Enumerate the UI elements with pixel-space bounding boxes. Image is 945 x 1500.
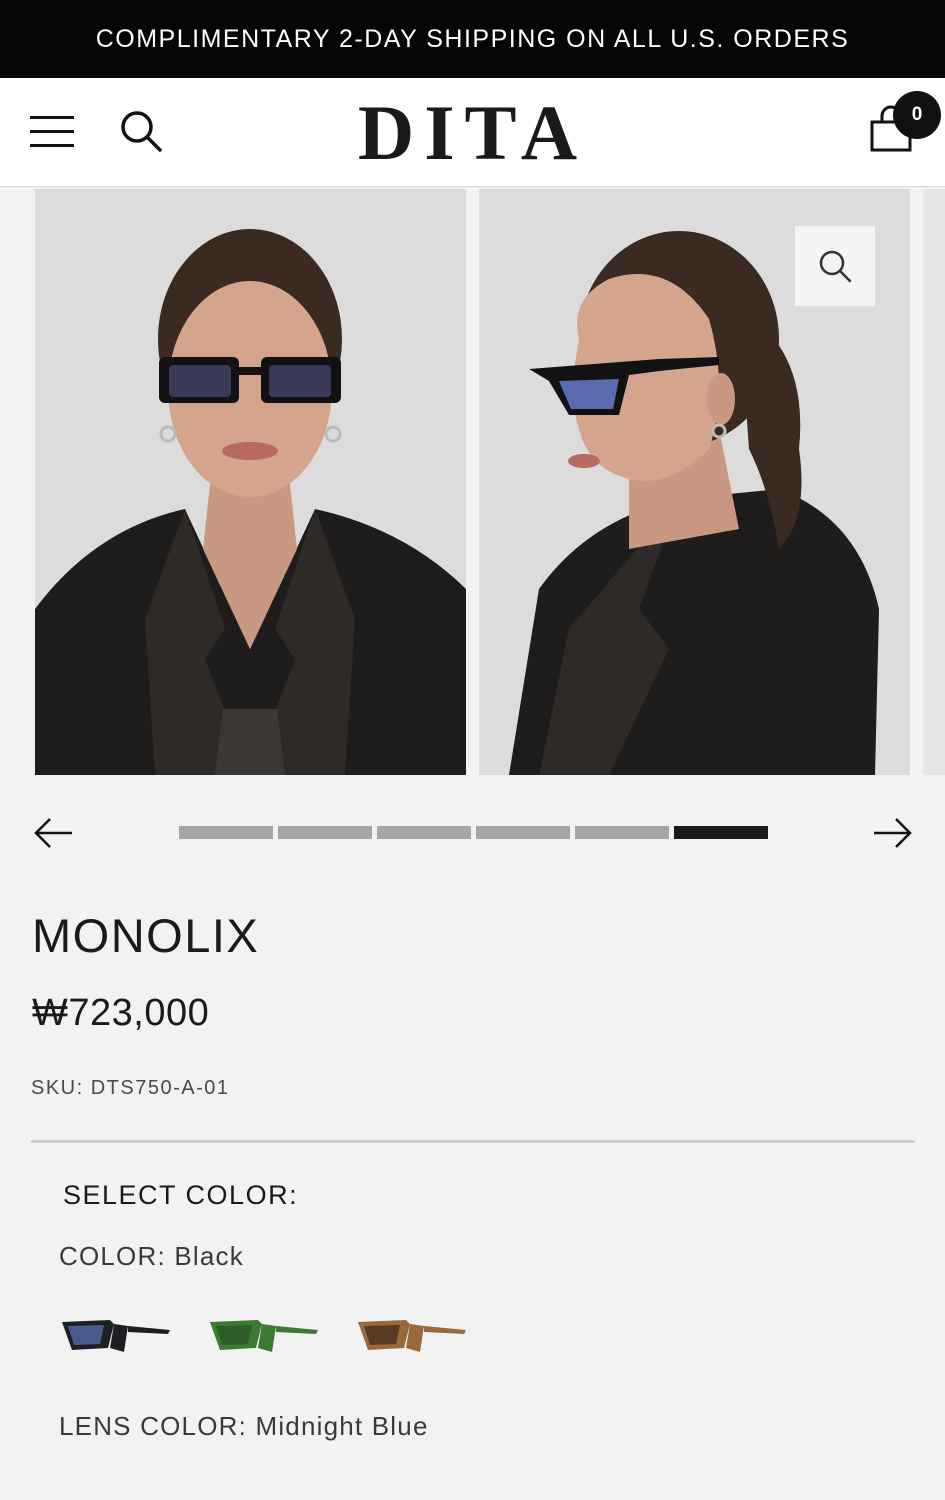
gallery-image-next-peek[interactable]: [923, 189, 945, 775]
arrow-right-icon: [874, 818, 912, 848]
promo-banner: COMPLIMENTARY 2-DAY SHIPPING ON ALL U.S.…: [0, 0, 945, 78]
product-title: MONOLIX: [32, 909, 260, 962]
divider: [31, 1140, 915, 1143]
next-slide-peek-image: [923, 189, 945, 775]
cart-count: 0: [911, 104, 923, 125]
slide-dot-6[interactable]: [674, 826, 768, 839]
slide-indicator: [179, 826, 768, 839]
slide-dot-4[interactable]: [476, 826, 570, 839]
promo-text: COMPLIMENTARY 2-DAY SHIPPING ON ALL U.S.…: [95, 24, 850, 53]
lens-color-label: LENS COLOR:: [59, 1411, 248, 1441]
color-label: COLOR:: [59, 1241, 166, 1271]
brand-logo[interactable]: DITA: [0, 94, 945, 172]
color-swatch-tortoise[interactable]: [354, 1308, 468, 1364]
gallery-image-front[interactable]: [35, 189, 466, 775]
lens-color-value: Midnight Blue: [255, 1411, 429, 1441]
cart-count-badge: 0: [893, 91, 941, 139]
select-color-heading: SELECT COLOR:: [63, 1180, 299, 1210]
slide-dot-5[interactable]: [575, 826, 669, 839]
product-sku: SKU: DTS750-A-01: [31, 1077, 230, 1099]
zoom-button[interactable]: [795, 226, 875, 306]
color-value: Black: [174, 1241, 244, 1271]
gallery-navigation: [0, 810, 945, 856]
slide-dot-2[interactable]: [278, 826, 372, 839]
color-swatches: [58, 1308, 468, 1364]
slide-dot-1[interactable]: [179, 826, 273, 839]
model-front-image: [35, 189, 466, 775]
slide-dot-3[interactable]: [377, 826, 471, 839]
selected-color: COLOR: Black: [59, 1241, 244, 1272]
next-slide-button[interactable]: [870, 810, 916, 856]
sunglasses-thumbnail-icon: [210, 1320, 318, 1352]
color-swatch-green[interactable]: [206, 1308, 320, 1364]
lens-color: LENS COLOR: Midnight Blue: [59, 1411, 429, 1442]
color-swatch-black[interactable]: [58, 1308, 172, 1364]
site-header: DITA 0: [0, 78, 945, 187]
sunglasses-thumbnail-icon: [358, 1320, 466, 1352]
zoom-icon: [819, 250, 852, 283]
arrow-left-icon: [34, 818, 72, 848]
sunglasses-thumbnail-icon: [62, 1320, 170, 1352]
previous-slide-button[interactable]: [30, 810, 76, 856]
product-price: ₩723,000: [32, 992, 210, 1034]
